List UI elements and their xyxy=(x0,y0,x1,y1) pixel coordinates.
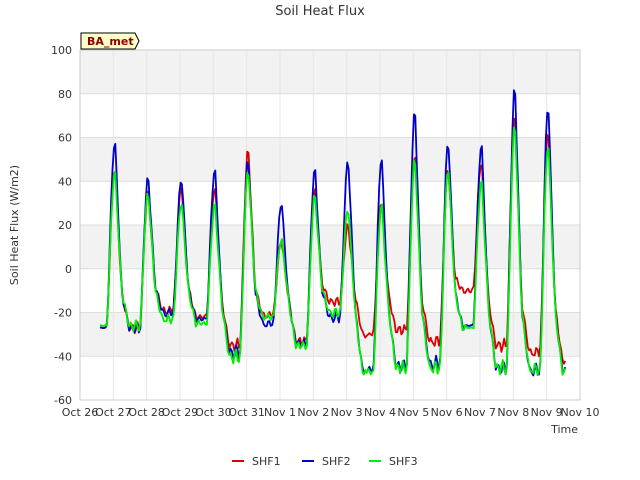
legend-label-shf2: SHF2 xyxy=(322,455,351,468)
y-tick-label: 60 xyxy=(58,132,72,145)
y-tick-label: 20 xyxy=(58,219,72,232)
plot-band xyxy=(80,181,580,225)
x-tick-label: Nov 5 xyxy=(397,406,429,419)
x-tick-label: Oct 26 xyxy=(62,406,99,419)
x-tick-label: Nov 7 xyxy=(464,406,496,419)
plot-band xyxy=(80,312,580,357)
x-tick-label: Oct 28 xyxy=(128,406,165,419)
plot-band xyxy=(80,225,580,269)
y-tick-labels: -60-40-20020406080100 xyxy=(51,44,72,407)
y-tick-label: 0 xyxy=(65,263,72,276)
x-tick-label: Nov 6 xyxy=(431,406,463,419)
x-tick-label: Oct 30 xyxy=(195,406,232,419)
x-tick-label: Oct 31 xyxy=(228,406,265,419)
x-tick-label: Oct 29 xyxy=(162,406,199,419)
soil-heat-flux-chart: Soil Heat Flux -60-40-20020406080100 Oct… xyxy=(8,4,600,468)
badge: BA_met xyxy=(80,32,140,50)
legend-label-shf1: SHF1 xyxy=(252,455,281,468)
y-tick-label: -20 xyxy=(54,307,72,320)
x-tick-label: Nov 3 xyxy=(331,406,363,419)
y-axis-label: Soil Heat Flux (W/m2) xyxy=(8,165,21,285)
x-tick-labels: Oct 26Oct 27Oct 28Oct 29Oct 30Oct 31 Nov … xyxy=(62,406,600,419)
legend: SHF1 SHF2 SHF3 xyxy=(232,455,418,468)
plot-band xyxy=(80,50,580,94)
x-tick-label: Nov 2 xyxy=(297,406,329,419)
y-tick-label: -40 xyxy=(54,350,72,363)
y-tick-label: 40 xyxy=(58,175,72,188)
x-tick-label: Oct 27 xyxy=(95,406,132,419)
plot-band xyxy=(80,93,580,138)
y-tick-label: 100 xyxy=(51,44,72,57)
x-tick-label: Nov 9 xyxy=(531,406,563,419)
x-axis-label: Time xyxy=(550,423,578,436)
y-tick-label: 80 xyxy=(58,88,72,101)
x-tick-label: Nov 4 xyxy=(364,406,396,419)
badge-label: BA_met xyxy=(87,35,134,48)
plot-band xyxy=(80,137,580,182)
chart-title: Soil Heat Flux xyxy=(275,4,365,19)
x-tick-label: Nov 8 xyxy=(497,406,529,419)
x-tick-label: Nov 1 xyxy=(264,406,296,419)
legend-label-shf3: SHF3 xyxy=(389,455,418,468)
x-tick-label: Nov 10 xyxy=(561,406,600,419)
